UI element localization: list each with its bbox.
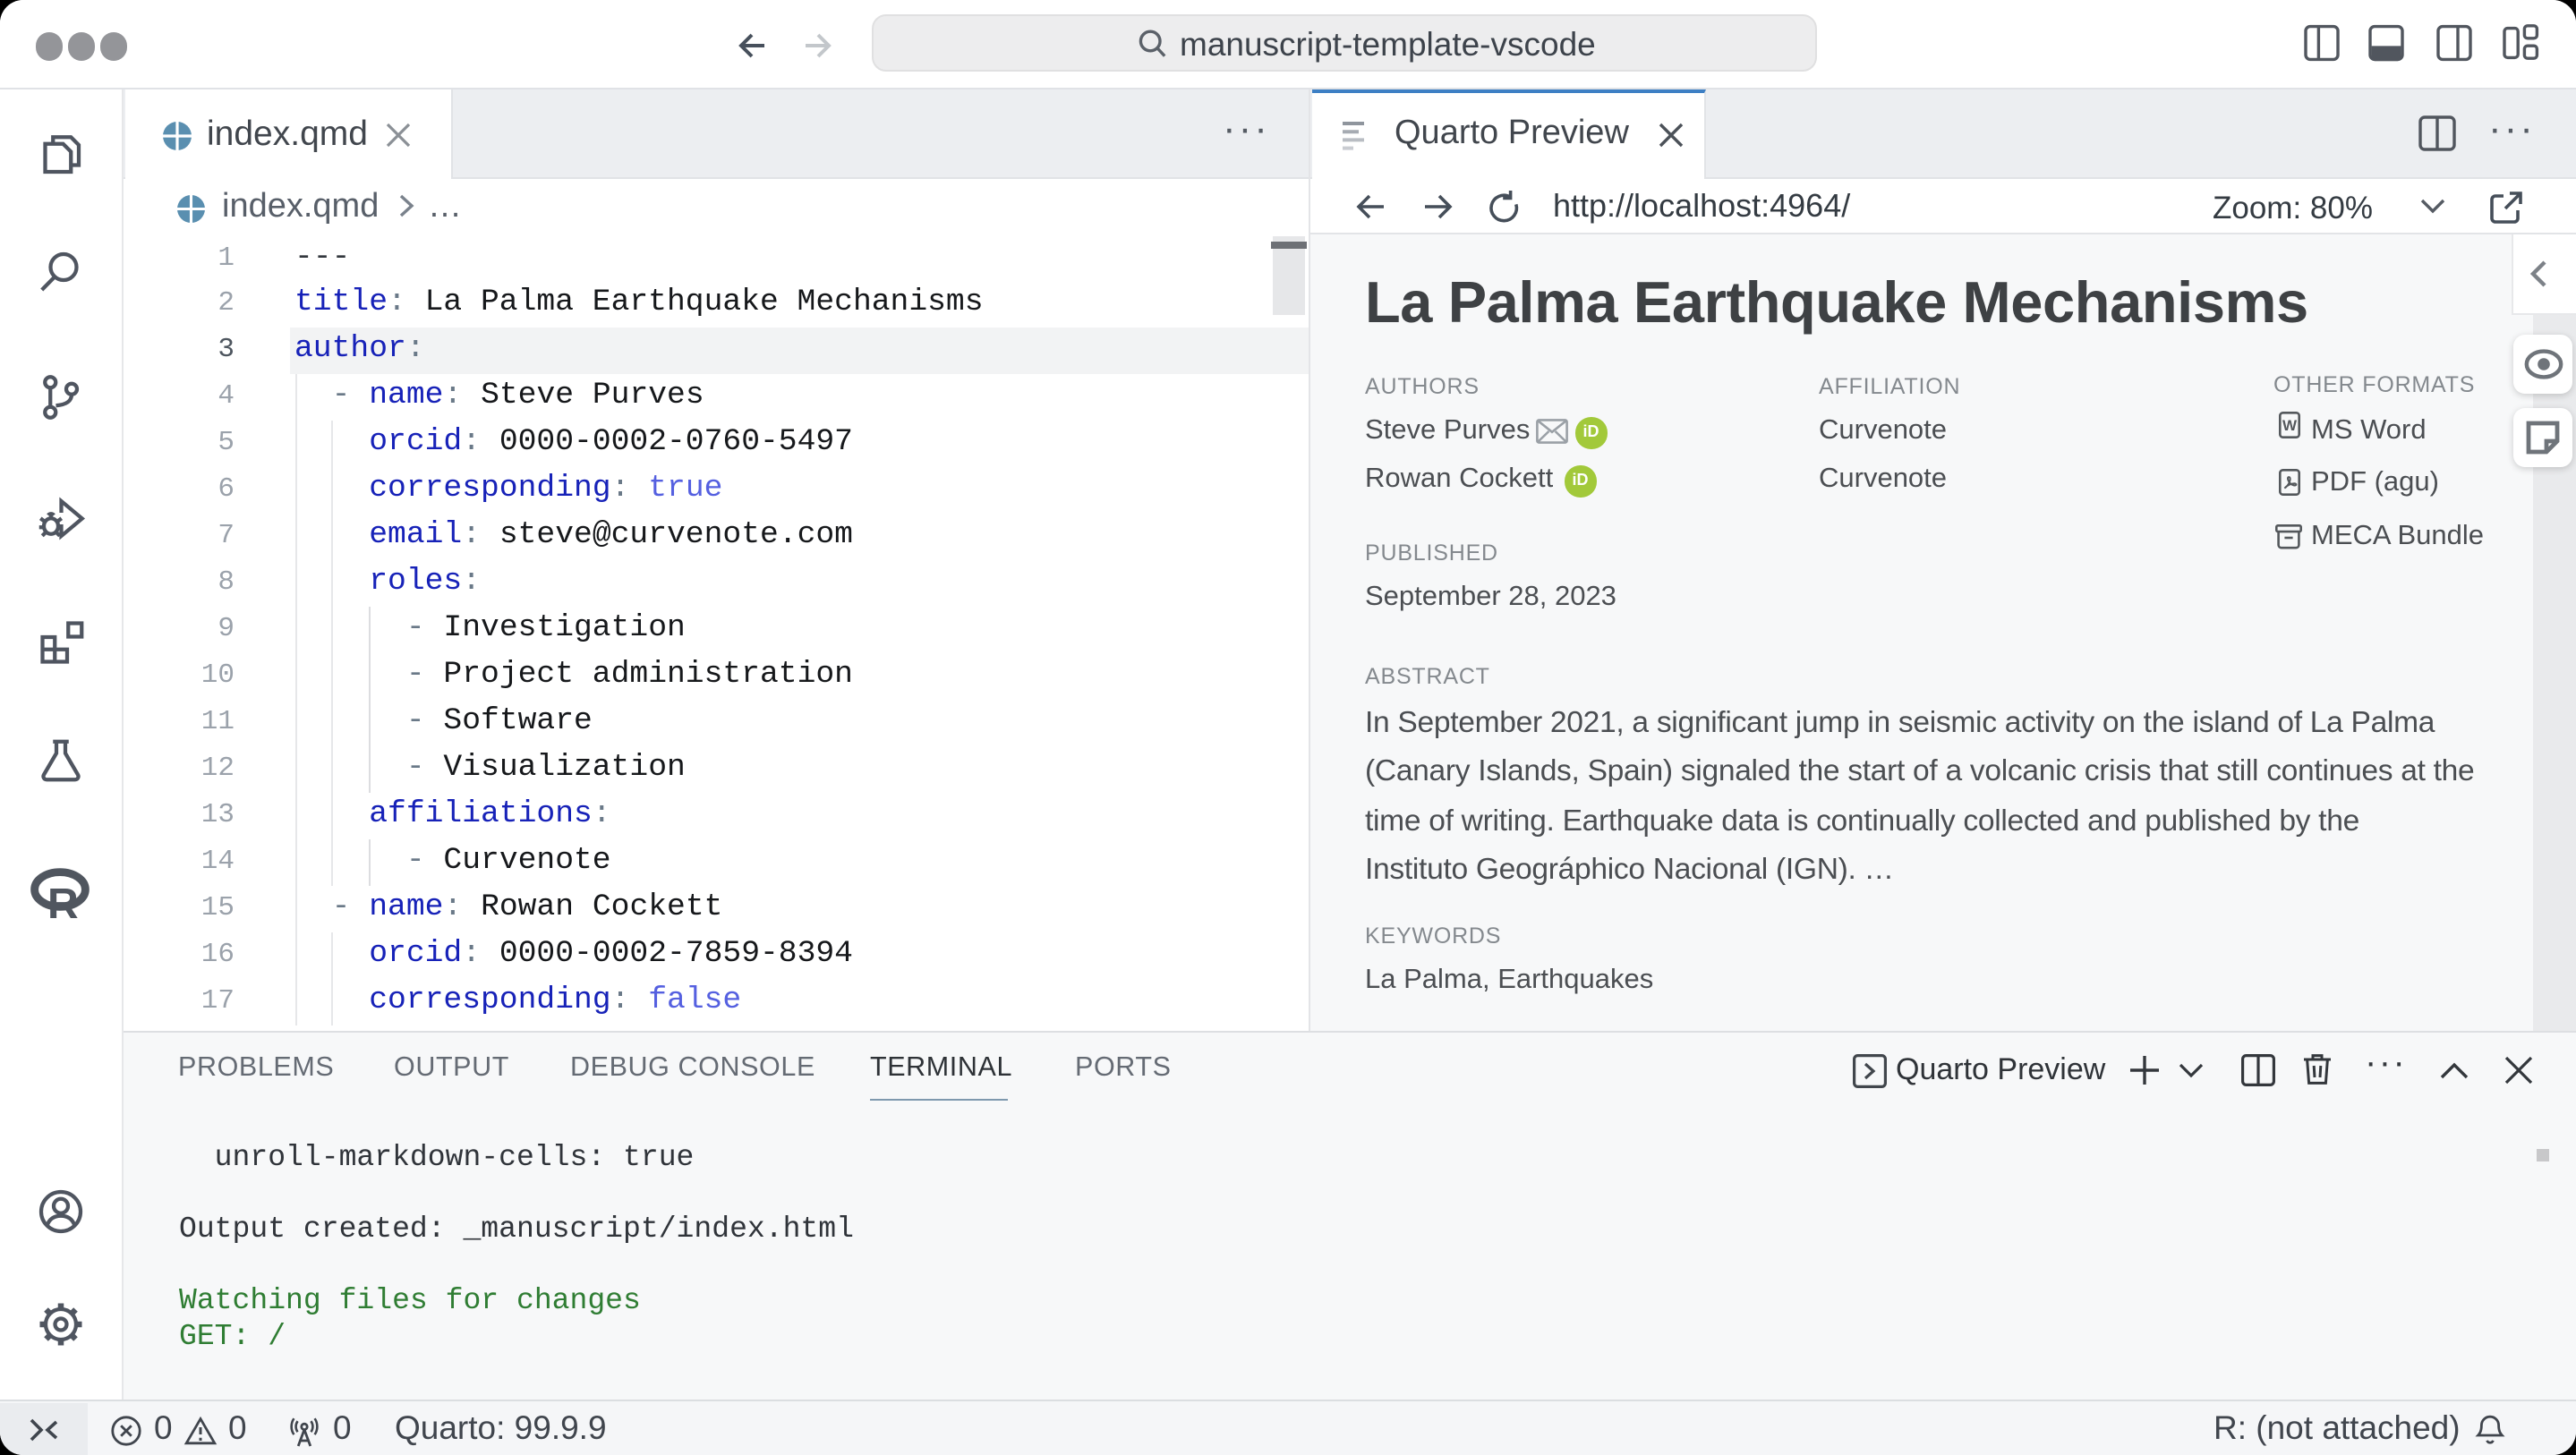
svg-text:R: R	[47, 881, 79, 928]
svg-text:W: W	[2282, 416, 2297, 433]
